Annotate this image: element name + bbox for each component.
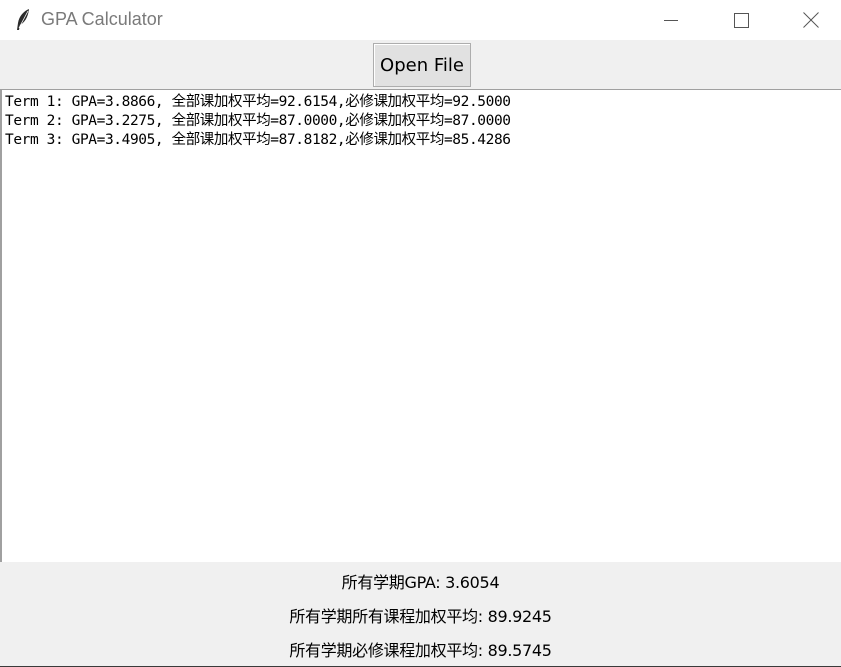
output-text-area[interactable]: Term 1: GPA=3.8866, 全部课加权平均=92.6154,必修课加… — [0, 89, 841, 562]
minimize-icon — [664, 13, 678, 27]
term-result-line: Term 2: GPA=3.2275, 全部课加权平均=87.0000,必修课加… — [5, 113, 511, 129]
maximize-icon — [733, 12, 749, 28]
overall-weighted-average-label: 所有学期所有课程加权平均: 89.9245 — [289, 607, 552, 626]
minimize-button[interactable] — [636, 0, 706, 40]
app-window: GPA Calculator Open File Term 1: GPA=3.8… — [0, 0, 841, 667]
required-weighted-average-label: 所有学期必修课程加权平均: 89.5745 — [289, 641, 552, 660]
feather-icon — [14, 8, 32, 32]
term-result-line: Term 1: GPA=3.8866, 全部课加权平均=92.6154,必修课加… — [5, 94, 511, 110]
toolbar: Open File — [0, 40, 841, 89]
term-result-line: Term 3: GPA=3.4905, 全部课加权平均=87.8182,必修课加… — [5, 132, 511, 148]
summary-panel: 所有学期GPA: 3.6054 所有学期所有课程加权平均: 89.9245 所有… — [0, 562, 841, 666]
overall-gpa-label: 所有学期GPA: 3.6054 — [341, 573, 500, 592]
close-icon — [803, 12, 819, 28]
maximize-button[interactable] — [706, 0, 776, 40]
close-button[interactable] — [776, 0, 841, 40]
title-bar[interactable]: GPA Calculator — [0, 0, 841, 40]
open-file-button[interactable]: Open File — [373, 43, 471, 87]
window-title: GPA Calculator — [41, 9, 163, 29]
